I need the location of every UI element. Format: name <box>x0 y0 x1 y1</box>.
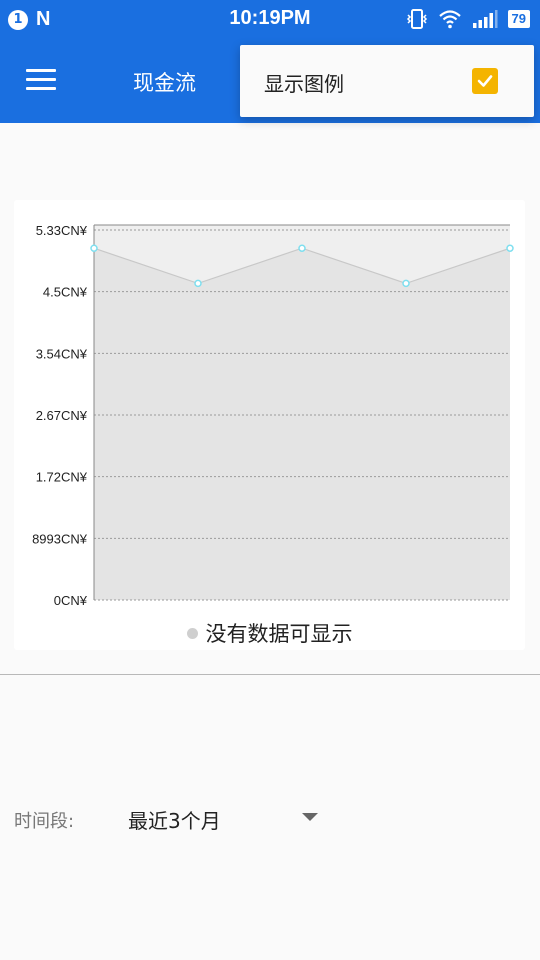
legend-text: 没有数据可显示 <box>205 622 353 646</box>
checkmark-icon <box>477 75 493 87</box>
y-tick-label: 8993CN¥ <box>32 531 88 546</box>
y-tick-label: 2.67CN¥ <box>36 408 88 423</box>
dropdown-arrow-icon <box>302 813 318 821</box>
hamburger-menu-icon[interactable] <box>26 69 56 93</box>
y-tick-label: 4.5CN¥ <box>43 285 88 300</box>
show-legend-checkbox[interactable] <box>472 68 498 94</box>
cashflow-chart: 5.33CN¥ 4.5CN¥ 3.54CN¥ 2.67CN¥ 1.72CN¥ 8993CN… <box>32 223 514 608</box>
y-tick-label: 1.72CN¥ <box>36 470 88 485</box>
period-value: 最近3个月 <box>128 809 221 833</box>
vibrate-icon <box>406 9 427 29</box>
y-tick-label: 0CN¥ <box>54 593 88 608</box>
data-point <box>506 244 514 252</box>
options-popup-menu[interactable]: 显示图例 <box>240 45 534 117</box>
data-point <box>194 279 202 288</box>
show-legend-label[interactable]: 显示图例 <box>264 68 344 97</box>
chart-card: 5.33CN¥ 4.5CN¥ 3.54CN¥ 2.67CN¥ 1.72CN¥ 8993CN… <box>14 200 525 650</box>
status-right: 79 <box>406 8 530 30</box>
signal-icon <box>472 10 498 28</box>
legend-dot-icon <box>186 627 198 639</box>
y-tick-label: 3.54CN¥ <box>36 346 88 361</box>
area-fill <box>94 248 510 600</box>
y-tick-label: 5.33CN¥ <box>36 223 88 238</box>
status-bar: 1 N 10:19PM 79 <box>0 0 540 38</box>
wifi-icon <box>438 10 461 29</box>
data-point <box>90 244 98 252</box>
period-label: 时间段: <box>14 811 75 832</box>
chart-legend: 没有数据可显示 <box>14 618 525 648</box>
divider <box>0 674 540 675</box>
page-title: 现金流 <box>133 71 196 95</box>
battery-icon: 79 <box>507 10 530 28</box>
period-dropdown[interactable]: 最近3个月 <box>128 800 328 836</box>
data-point <box>298 244 306 252</box>
data-point <box>402 279 410 288</box>
